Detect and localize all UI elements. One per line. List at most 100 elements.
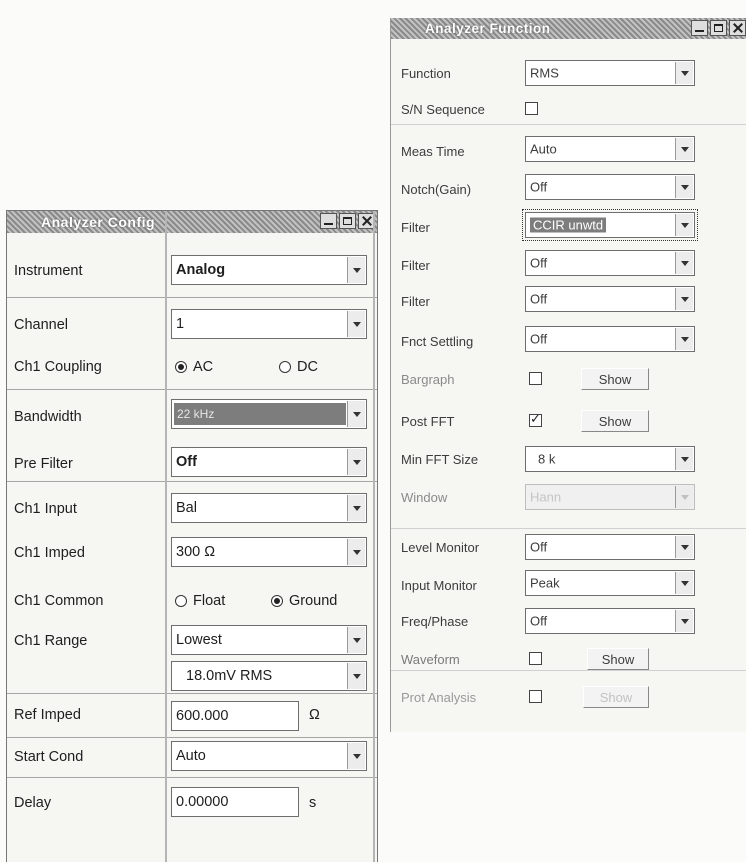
notch-gain-select[interactable]: Off bbox=[525, 174, 695, 200]
divider bbox=[391, 528, 746, 529]
prot-analysis-checkbox[interactable] bbox=[529, 690, 542, 703]
sn-sequence-label: S/N Sequence bbox=[401, 102, 485, 117]
window-title: Analyzer Config bbox=[41, 214, 156, 230]
post-fft-checkbox[interactable] bbox=[529, 411, 542, 427]
notch-gain-value: Off bbox=[530, 179, 548, 195]
bandwidth-select[interactable]: 22 kHz bbox=[171, 399, 367, 429]
common-float-radio[interactable]: Float bbox=[175, 593, 225, 609]
freq-phase-select[interactable]: Off bbox=[525, 608, 695, 634]
chevron-down-icon[interactable] bbox=[675, 62, 693, 84]
common-float-label: Float bbox=[193, 593, 226, 609]
filter-1-label: Filter bbox=[401, 220, 430, 235]
analyzer-function-titlebar[interactable]: Analyzer Function bbox=[391, 18, 746, 39]
filter-3-select[interactable]: Off bbox=[525, 286, 695, 312]
filter-3-label: Filter bbox=[401, 294, 430, 309]
start-cond-select[interactable]: Auto bbox=[171, 741, 367, 771]
divider bbox=[391, 670, 746, 671]
chevron-down-icon[interactable] bbox=[347, 257, 365, 283]
chevron-down-icon[interactable] bbox=[347, 627, 365, 653]
chevron-down-icon[interactable] bbox=[675, 288, 693, 310]
bargraph-checkbox[interactable] bbox=[529, 372, 542, 385]
chevron-down-icon[interactable] bbox=[675, 176, 693, 198]
ch1-imped-select[interactable]: 300 Ω bbox=[171, 537, 367, 567]
chevron-down-icon[interactable] bbox=[347, 743, 365, 769]
coupling-ac-label: AC bbox=[193, 359, 214, 375]
filter-1-value: CCIR unwtd bbox=[530, 217, 607, 233]
pre-filter-select[interactable]: Off bbox=[171, 447, 367, 477]
chevron-down-icon[interactable] bbox=[675, 448, 693, 470]
ref-imped-input[interactable]: 600.000 bbox=[171, 701, 299, 731]
chevron-down-icon[interactable] bbox=[347, 495, 365, 521]
ref-imped-unit: Ω bbox=[309, 707, 320, 723]
analyzer-config-titlebar[interactable]: Analyzer Config bbox=[7, 211, 377, 233]
level-monitor-label: Level Monitor bbox=[401, 540, 480, 555]
ch1-input-label: Ch1 Input bbox=[14, 501, 77, 517]
freq-phase-value: Off bbox=[530, 613, 548, 629]
channel-value: 1 bbox=[176, 316, 185, 332]
ch1-range-level-select[interactable]: 18.0mV RMS bbox=[171, 661, 367, 691]
common-ground-label: Ground bbox=[289, 593, 338, 609]
chevron-down-icon[interactable] bbox=[675, 138, 693, 160]
chevron-down-icon[interactable] bbox=[675, 252, 693, 274]
divider bbox=[7, 693, 377, 694]
waveform-show-button[interactable]: Show bbox=[587, 648, 649, 670]
function-value: RMS bbox=[530, 65, 559, 81]
instrument-select[interactable]: Analog bbox=[171, 255, 367, 285]
instrument-value: Analog bbox=[176, 262, 226, 278]
filter-2-select[interactable]: Off bbox=[525, 250, 695, 276]
coupling-dc-radio[interactable]: DC bbox=[279, 359, 318, 375]
chevron-down-icon[interactable] bbox=[675, 610, 693, 632]
chevron-down-icon[interactable] bbox=[347, 311, 365, 337]
filter-2-value: Off bbox=[530, 255, 548, 271]
min-fft-size-value: 8 k bbox=[538, 451, 556, 467]
filter-1-select[interactable]: CCIR unwtd bbox=[522, 209, 698, 241]
chevron-down-icon[interactable] bbox=[347, 449, 365, 475]
ch1-range-select[interactable]: Lowest bbox=[171, 625, 367, 655]
sn-sequence-checkbox[interactable] bbox=[525, 102, 538, 115]
chevron-down-icon[interactable] bbox=[675, 572, 693, 594]
function-select[interactable]: RMS bbox=[525, 60, 695, 86]
chevron-down-icon[interactable] bbox=[347, 539, 365, 565]
channel-label: Channel bbox=[14, 317, 69, 333]
chevron-down-icon[interactable] bbox=[675, 328, 693, 350]
ch1-common-label: Ch1 Common bbox=[14, 593, 104, 609]
delay-value: 0.00000 bbox=[176, 794, 229, 810]
divider bbox=[7, 737, 377, 738]
post-fft-show-button[interactable]: Show bbox=[581, 410, 649, 432]
ref-imped-value: 600.000 bbox=[176, 708, 229, 724]
common-ground-radio[interactable]: Ground bbox=[271, 593, 337, 609]
minimize-icon[interactable] bbox=[691, 20, 708, 36]
close-icon[interactable] bbox=[729, 20, 746, 36]
radio-selected-icon bbox=[175, 361, 187, 373]
level-monitor-select[interactable]: Off bbox=[525, 534, 695, 560]
window-select[interactable]: Hann bbox=[525, 484, 695, 510]
fnct-settling-select[interactable]: Off bbox=[525, 326, 695, 352]
coupling-ac-radio[interactable]: AC bbox=[175, 359, 213, 375]
chevron-down-icon[interactable] bbox=[347, 663, 365, 689]
ch1-input-value: Bal bbox=[176, 500, 197, 516]
min-fft-size-select[interactable]: 8 k bbox=[525, 446, 695, 472]
chevron-down-icon[interactable] bbox=[675, 536, 693, 558]
maximize-icon[interactable] bbox=[710, 20, 727, 36]
minimize-icon[interactable] bbox=[320, 213, 337, 229]
channel-select[interactable]: 1 bbox=[171, 309, 367, 339]
delay-input[interactable]: 0.00000 bbox=[171, 787, 299, 817]
start-cond-value: Auto bbox=[176, 748, 206, 764]
bargraph-label: Bargraph bbox=[401, 372, 455, 387]
input-monitor-select[interactable]: Peak bbox=[525, 570, 695, 596]
ch1-input-select[interactable]: Bal bbox=[171, 493, 367, 523]
waveform-checkbox[interactable] bbox=[529, 652, 542, 665]
function-label: Function bbox=[401, 66, 451, 81]
maximize-icon[interactable] bbox=[339, 213, 356, 229]
chevron-down-icon[interactable] bbox=[675, 214, 693, 236]
bargraph-show-button[interactable]: Show bbox=[581, 368, 649, 390]
meas-time-select[interactable]: Auto bbox=[525, 136, 695, 162]
level-monitor-value: Off bbox=[530, 539, 548, 555]
analyzer-function-window: Analyzer Function Function RMS S/N Seque… bbox=[390, 18, 746, 732]
chevron-down-icon[interactable] bbox=[347, 401, 365, 427]
prot-analysis-show-button: Show bbox=[583, 686, 649, 708]
meas-time-value: Auto bbox=[530, 141, 557, 157]
delay-label: Delay bbox=[14, 795, 52, 811]
divider bbox=[7, 481, 377, 482]
ch1-range-value: Lowest bbox=[176, 632, 222, 648]
